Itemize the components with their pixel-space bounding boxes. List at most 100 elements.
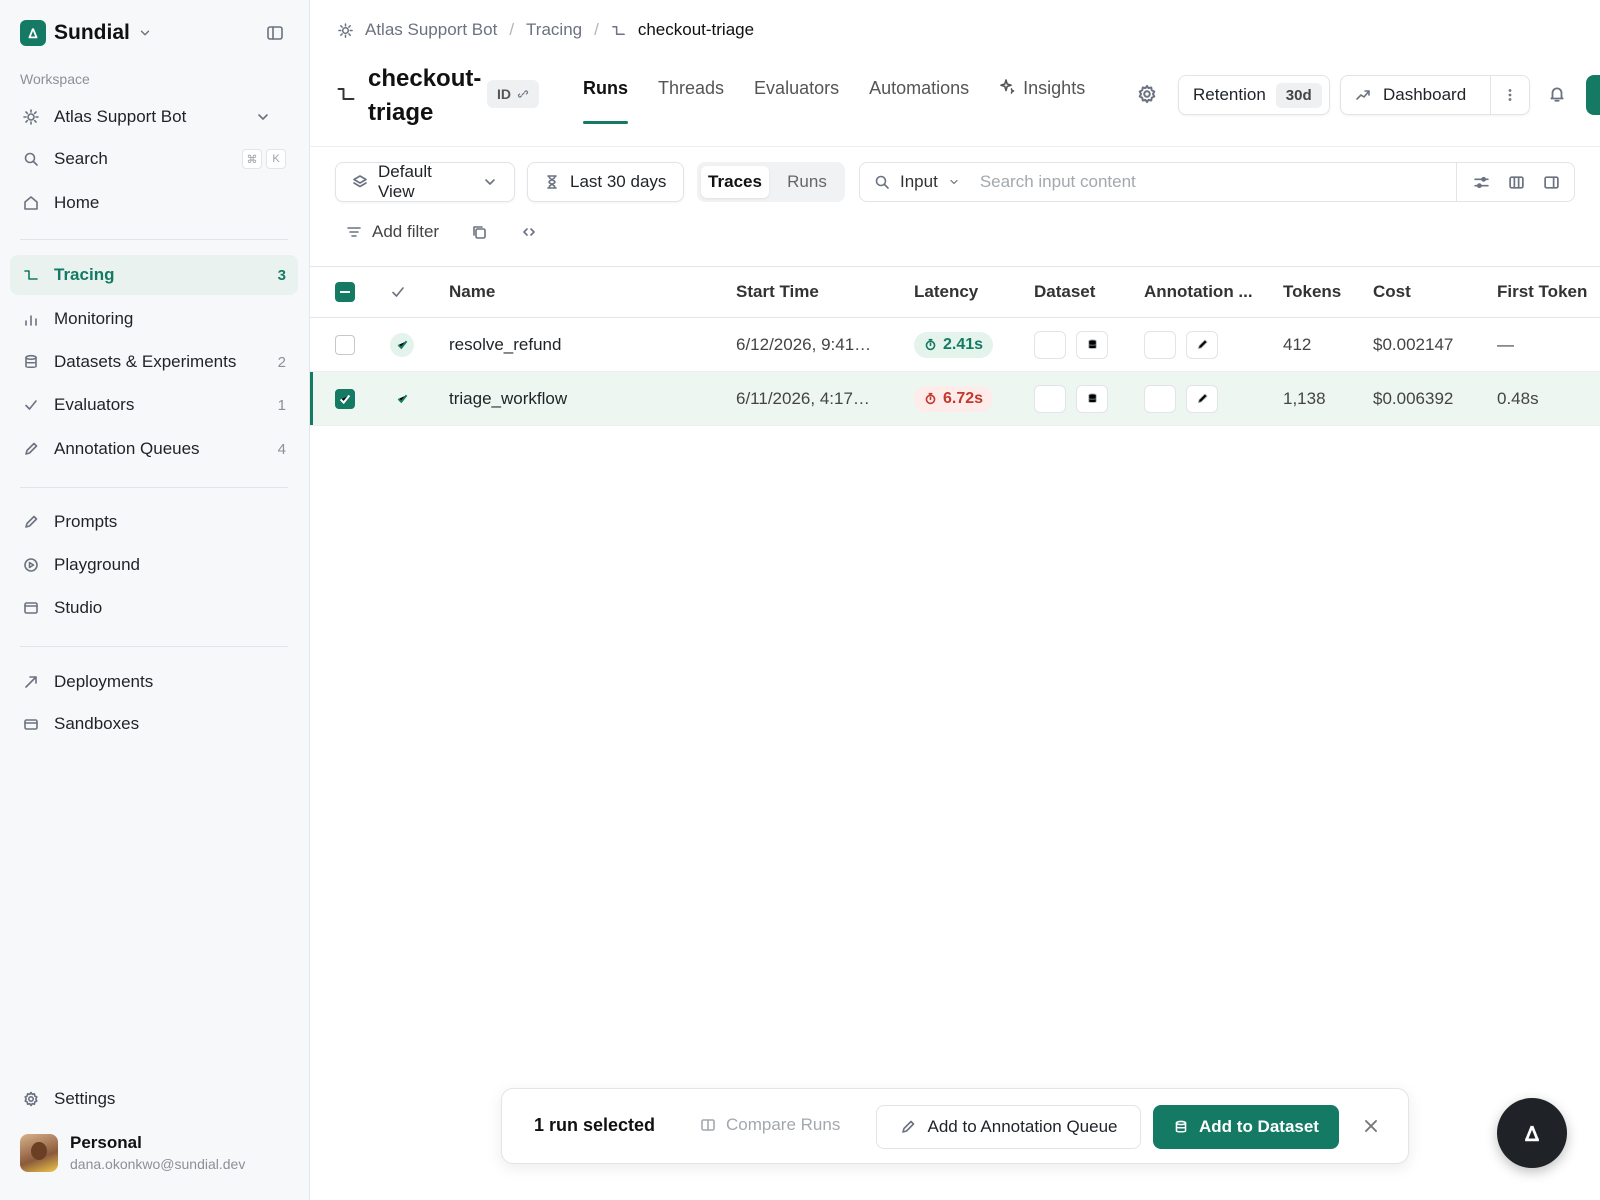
- gear-icon[interactable]: [1137, 84, 1157, 104]
- column-header-start-time[interactable]: Start Time: [736, 267, 819, 317]
- segment-traces[interactable]: Traces: [701, 166, 769, 198]
- sidebar-item-home[interactable]: Home: [10, 183, 298, 223]
- latency-badge: 2.41s: [914, 331, 994, 358]
- sidebar-item-studio[interactable]: Studio: [10, 588, 298, 628]
- sidebar-item-playground[interactable]: Playground: [10, 545, 298, 585]
- sidebar-item-tracing[interactable]: Tracing 3: [10, 255, 298, 295]
- segment-runs[interactable]: Runs: [773, 166, 841, 198]
- run-name[interactable]: resolve_refund: [449, 318, 561, 371]
- sidebar-item-prompts[interactable]: Prompts: [10, 502, 298, 542]
- filter-icon: [346, 224, 362, 240]
- column-header-latency[interactable]: Latency: [914, 267, 978, 317]
- annotate-pencil-icon[interactable]: [1186, 330, 1218, 359]
- table-row[interactable]: triage_workflow 6/11/2026, 4:17… 6.72s 1…: [310, 372, 1600, 426]
- annotate-pencil-icon[interactable]: [1186, 384, 1218, 413]
- copy-icon[interactable]: [471, 224, 487, 240]
- date-range-selector[interactable]: Last 30 days: [527, 162, 684, 202]
- avatar: [20, 1133, 58, 1172]
- add-to-dataset-button[interactable]: Add to Dataset: [1153, 1105, 1339, 1149]
- tab-insights[interactable]: Insights: [999, 78, 1085, 124]
- play-icon: [22, 557, 40, 573]
- more-options-button[interactable]: [1491, 87, 1529, 103]
- dataset-empty-cell: [1034, 330, 1066, 359]
- sidebar-item-deployments[interactable]: Deployments: [10, 662, 298, 702]
- workspace-label: Workspace: [20, 71, 90, 87]
- table-row[interactable]: resolve_refund 6/12/2026, 9:41… 2.41s 41…: [310, 318, 1600, 372]
- dashboard-button[interactable]: Dashboard: [1341, 76, 1491, 114]
- add-filter-button[interactable]: Add filter: [372, 222, 439, 242]
- page-title: checkout- triage: [368, 62, 488, 130]
- workspace-selector[interactable]: Atlas Support Bot: [10, 97, 298, 137]
- check-icon: [22, 397, 40, 413]
- sidebar-item-label: Search: [54, 149, 108, 168]
- column-header-first-token[interactable]: First Token: [1497, 267, 1587, 317]
- column-header-annotation[interactable]: Annotation ...: [1144, 267, 1253, 317]
- brand-switcher[interactable]: Sundial: [20, 20, 152, 46]
- tab-runs[interactable]: Runs: [583, 78, 628, 124]
- code-icon[interactable]: [521, 224, 537, 240]
- add-to-dataset-icon[interactable]: [1076, 330, 1108, 359]
- copy-id-button[interactable]: ID: [487, 80, 539, 108]
- sidebar-item-label: Prompts: [54, 512, 118, 531]
- view-selector[interactable]: Default View: [335, 162, 515, 202]
- sidebar-divider: [20, 487, 288, 488]
- sparkle-icon: [999, 78, 1015, 94]
- column-header-dataset[interactable]: Dataset: [1034, 267, 1095, 317]
- sidebar-item-evaluators[interactable]: Evaluators 1: [10, 385, 298, 425]
- id-label: ID: [497, 86, 511, 102]
- search-field-selector[interactable]: Input: [860, 172, 974, 192]
- tracing-icon: [22, 267, 40, 283]
- panel-right-icon[interactable]: [1543, 174, 1560, 191]
- sliders-icon[interactable]: [1473, 174, 1490, 191]
- sidebar-item-label: Playground: [54, 555, 141, 574]
- workspace-name: Atlas Support Bot: [54, 107, 187, 126]
- dashboard-button-group: Dashboard: [1340, 75, 1530, 115]
- add-to-annotation-queue-button[interactable]: Add to Annotation Queue: [876, 1105, 1141, 1149]
- home-icon: [22, 195, 40, 211]
- sidebar-item-datasets[interactable]: Datasets & Experiments 2: [10, 342, 298, 382]
- search-actions: [1456, 163, 1574, 201]
- columns-icon[interactable]: [1508, 174, 1525, 191]
- retention-button[interactable]: Retention 30d: [1178, 75, 1330, 115]
- breadcrumb-tracing[interactable]: Tracing: [526, 20, 582, 40]
- breadcrumb-workspace[interactable]: Atlas Support Bot: [365, 20, 497, 40]
- search-field-label: Input: [900, 172, 938, 191]
- tab-automations[interactable]: Automations: [869, 78, 969, 124]
- stopwatch-icon: [924, 338, 937, 351]
- search-input[interactable]: [973, 172, 1456, 192]
- compare-runs-button[interactable]: Compare Runs: [700, 1115, 840, 1135]
- run-name[interactable]: triage_workflow: [449, 372, 567, 425]
- assistant-fab-button[interactable]: [1497, 1098, 1567, 1168]
- database-icon: [22, 354, 40, 370]
- sidebar-item-annotation-queues[interactable]: Annotation Queues 4: [10, 429, 298, 469]
- sidebar-item-monitoring[interactable]: Monitoring: [10, 299, 298, 339]
- sidebar-item-settings[interactable]: Settings: [10, 1079, 298, 1119]
- column-header-tokens[interactable]: Tokens: [1283, 267, 1341, 317]
- view-label: Default View: [378, 162, 432, 201]
- row-checkbox[interactable]: [335, 334, 355, 355]
- select-all-checkbox[interactable]: [335, 282, 355, 302]
- close-icon[interactable]: [1362, 1117, 1380, 1135]
- latency-badge: 6.72s: [914, 385, 994, 412]
- bell-icon[interactable]: [1548, 85, 1566, 103]
- tab-threads[interactable]: Threads: [658, 78, 724, 124]
- primary-action-button[interactable]: [1586, 75, 1600, 115]
- retention-label: Retention: [1193, 85, 1266, 104]
- sidebar-item-label: Datasets & Experiments: [54, 352, 237, 371]
- tab-bar: Runs Threads Evaluators Automations Insi…: [583, 78, 1085, 124]
- row-checkbox[interactable]: [335, 388, 355, 409]
- traces-runs-toggle: Traces Runs: [697, 162, 845, 202]
- breadcrumb-current: checkout-triage: [637, 20, 755, 39]
- column-header-name[interactable]: Name: [449, 267, 495, 317]
- tab-evaluators[interactable]: Evaluators: [754, 78, 839, 124]
- sidebar-item-search[interactable]: Search ⌘ K: [10, 139, 298, 179]
- profile-switcher[interactable]: Personal dana.okonkwo@sundial.dev: [20, 1133, 245, 1172]
- stopwatch-icon: [924, 392, 937, 405]
- sidebar-item-sandboxes[interactable]: Sandboxes: [10, 704, 298, 744]
- pencil-icon: [900, 1119, 916, 1135]
- selected-count: 1 run selected: [534, 1115, 656, 1135]
- add-to-dataset-icon[interactable]: [1076, 384, 1108, 413]
- column-header-cost[interactable]: Cost: [1373, 267, 1411, 317]
- sidebar-toggle-icon[interactable]: [266, 24, 284, 42]
- selection-action-bar: 1 run selected Compare Runs Add to Annot…: [501, 1088, 1409, 1164]
